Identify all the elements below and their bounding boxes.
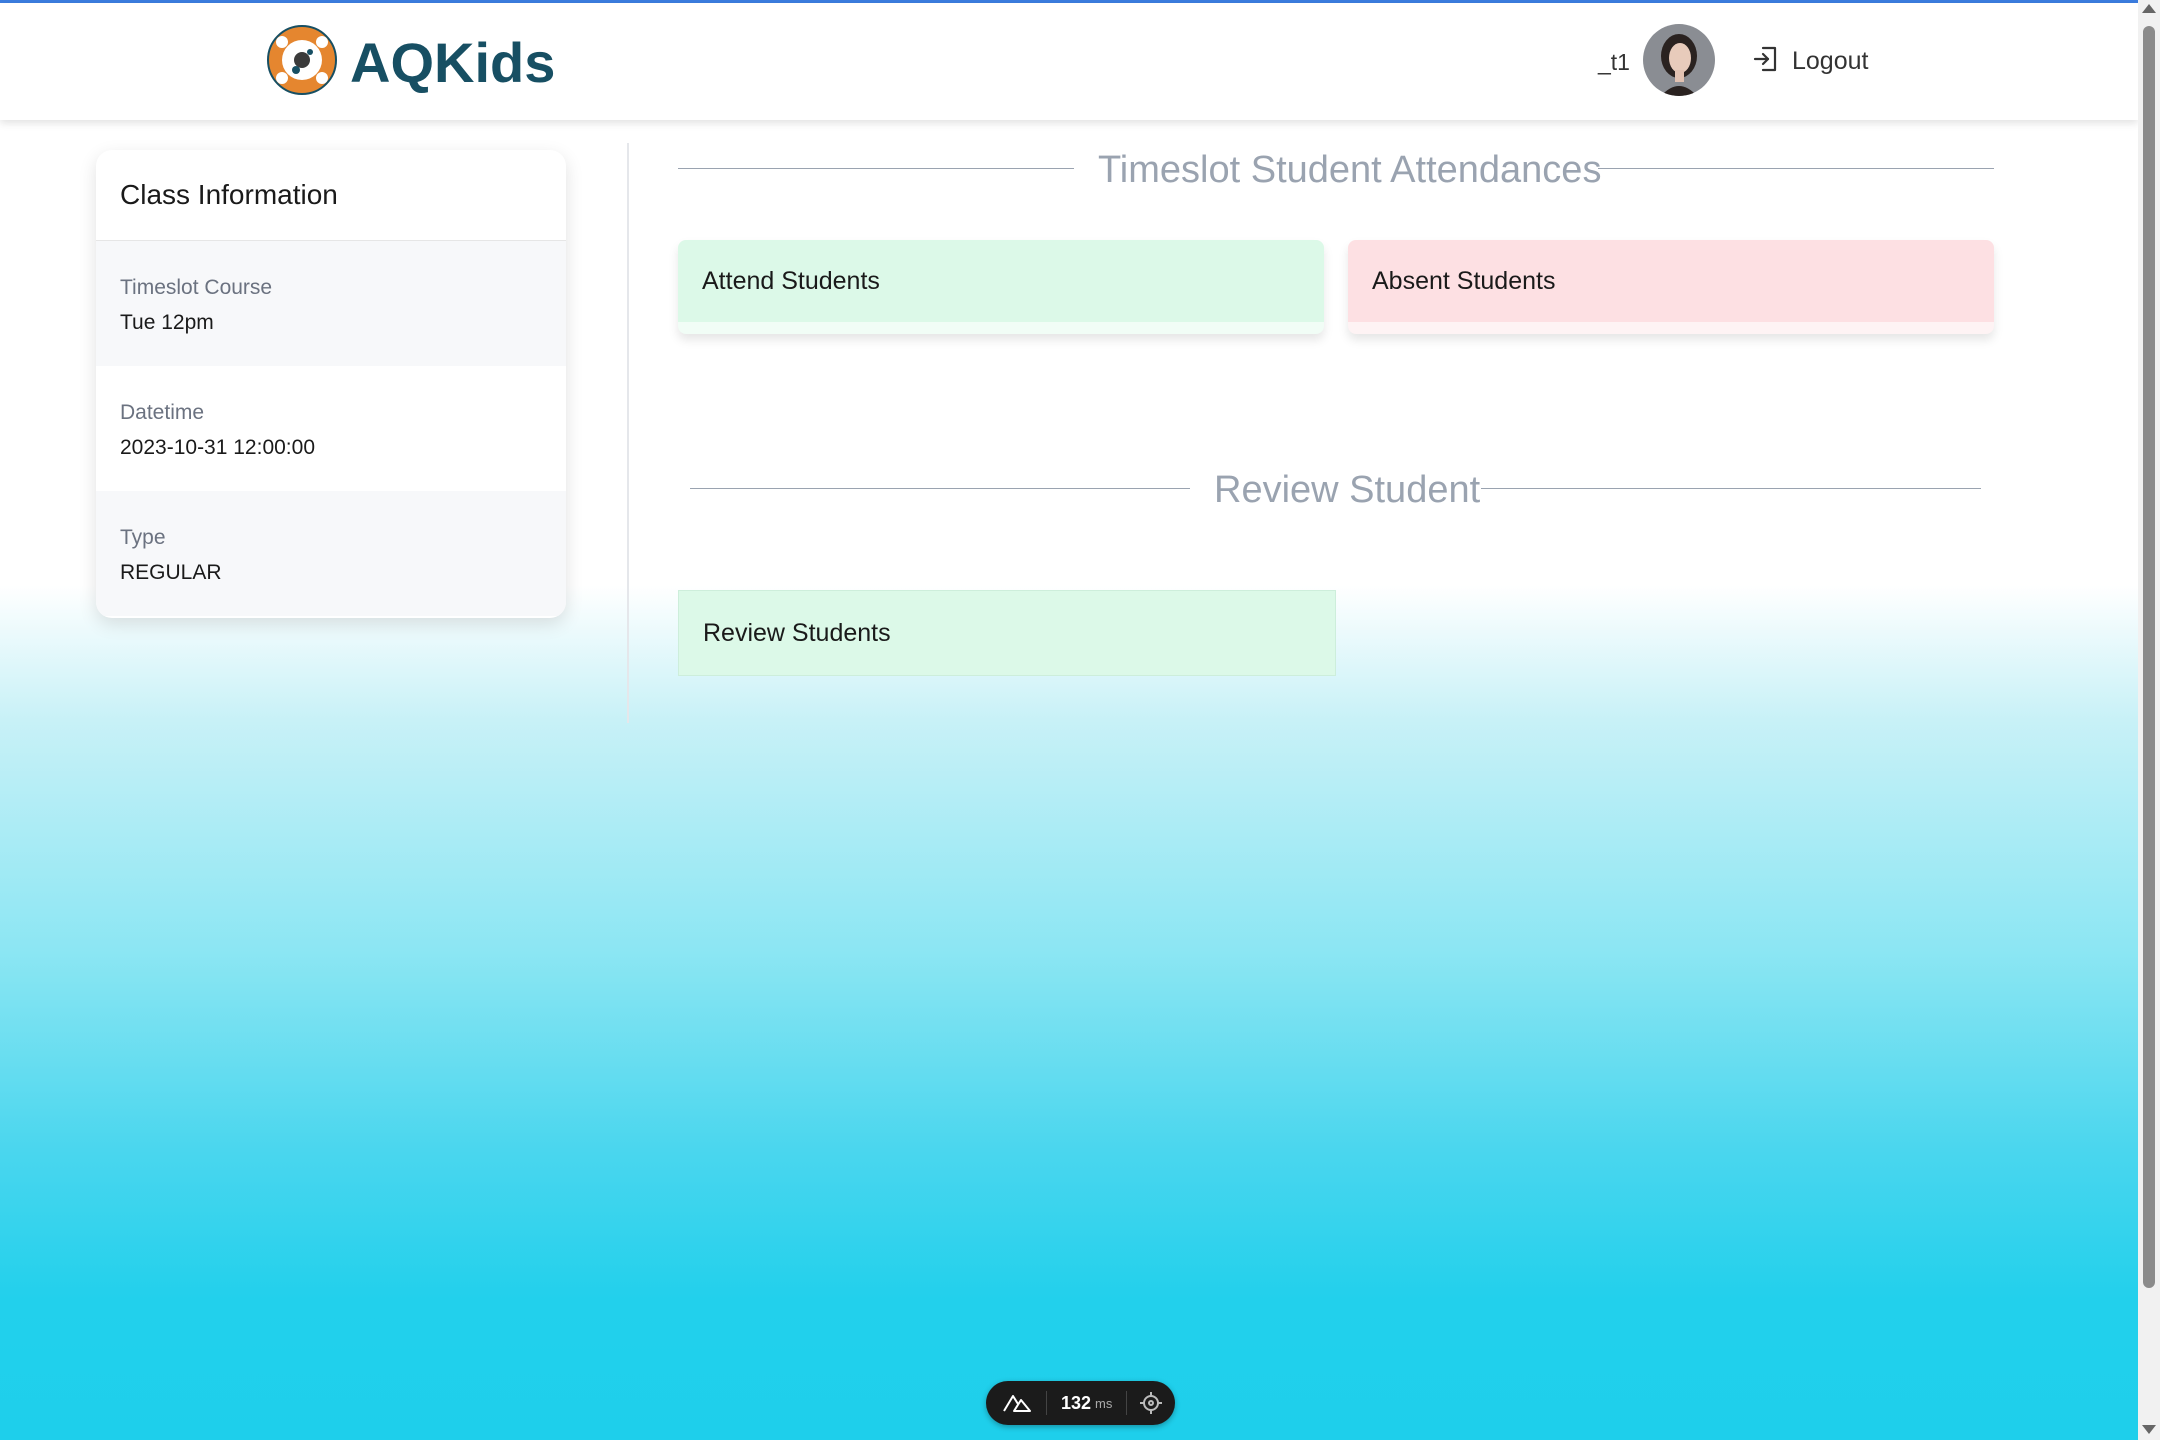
crosshair-icon[interactable] (1139, 1391, 1163, 1415)
logout-button[interactable]: Logout (1752, 43, 1868, 79)
info-label: Type (120, 526, 166, 549)
username-label: _t1 (1598, 49, 1630, 75)
class-information-title: Class Information (96, 150, 566, 241)
scrollbar-thumb[interactable] (2143, 26, 2155, 1288)
render-time-unit: ms (1095, 1395, 1113, 1411)
section-divider-line (1481, 488, 1981, 489)
scroll-up-arrow-icon[interactable] (2142, 4, 2156, 13)
section-divider-line (690, 488, 1190, 489)
devtools-separator (1126, 1391, 1128, 1415)
render-time-value: 132 (1061, 1392, 1092, 1413)
info-row-datetime: Datetime 2023-10-31 12:00:00 (96, 366, 566, 491)
info-row-type: Type REGULAR (96, 491, 566, 616)
devtools-separator (1046, 1391, 1047, 1415)
user-avatar[interactable] (1643, 24, 1715, 96)
vertical-scrollbar[interactable] (2138, 0, 2160, 1440)
review-students-button[interactable]: Review Students (678, 590, 1336, 676)
attendance-section-title: Timeslot Student Attendances (1098, 149, 1602, 191)
info-value: 2023-10-31 12:00:00 (120, 436, 315, 459)
info-label: Timeslot Course (120, 276, 273, 299)
section-divider-line (678, 168, 1074, 169)
section-divider-line (1598, 168, 1994, 169)
class-information-card: Class Information Timeslot Course Tue 12… (96, 150, 566, 618)
review-section-title: Review Student (1214, 469, 1481, 511)
aqkids-logo-icon[interactable] (266, 24, 338, 96)
info-value: Tue 12pm (120, 311, 214, 334)
nuxt-icon[interactable] (1002, 1392, 1032, 1414)
info-row-timeslot-course: Timeslot Course Tue 12pm (96, 241, 566, 366)
nuxt-devtools-bar[interactable]: 132 ms (986, 1381, 1175, 1425)
absent-students-button[interactable]: Absent Students (1348, 240, 1994, 334)
attend-students-button[interactable]: Attend Students (678, 240, 1324, 334)
info-label: Datetime (120, 401, 205, 424)
vertical-divider (627, 143, 629, 723)
logout-icon (1752, 45, 1780, 78)
scroll-down-arrow-icon[interactable] (2142, 1425, 2156, 1434)
info-value: REGULAR (120, 561, 222, 584)
brand-name[interactable]: AQKids (350, 31, 555, 95)
logout-label: Logout (1792, 46, 1869, 75)
top-header: AQKids _t1 Logout (0, 3, 2138, 120)
